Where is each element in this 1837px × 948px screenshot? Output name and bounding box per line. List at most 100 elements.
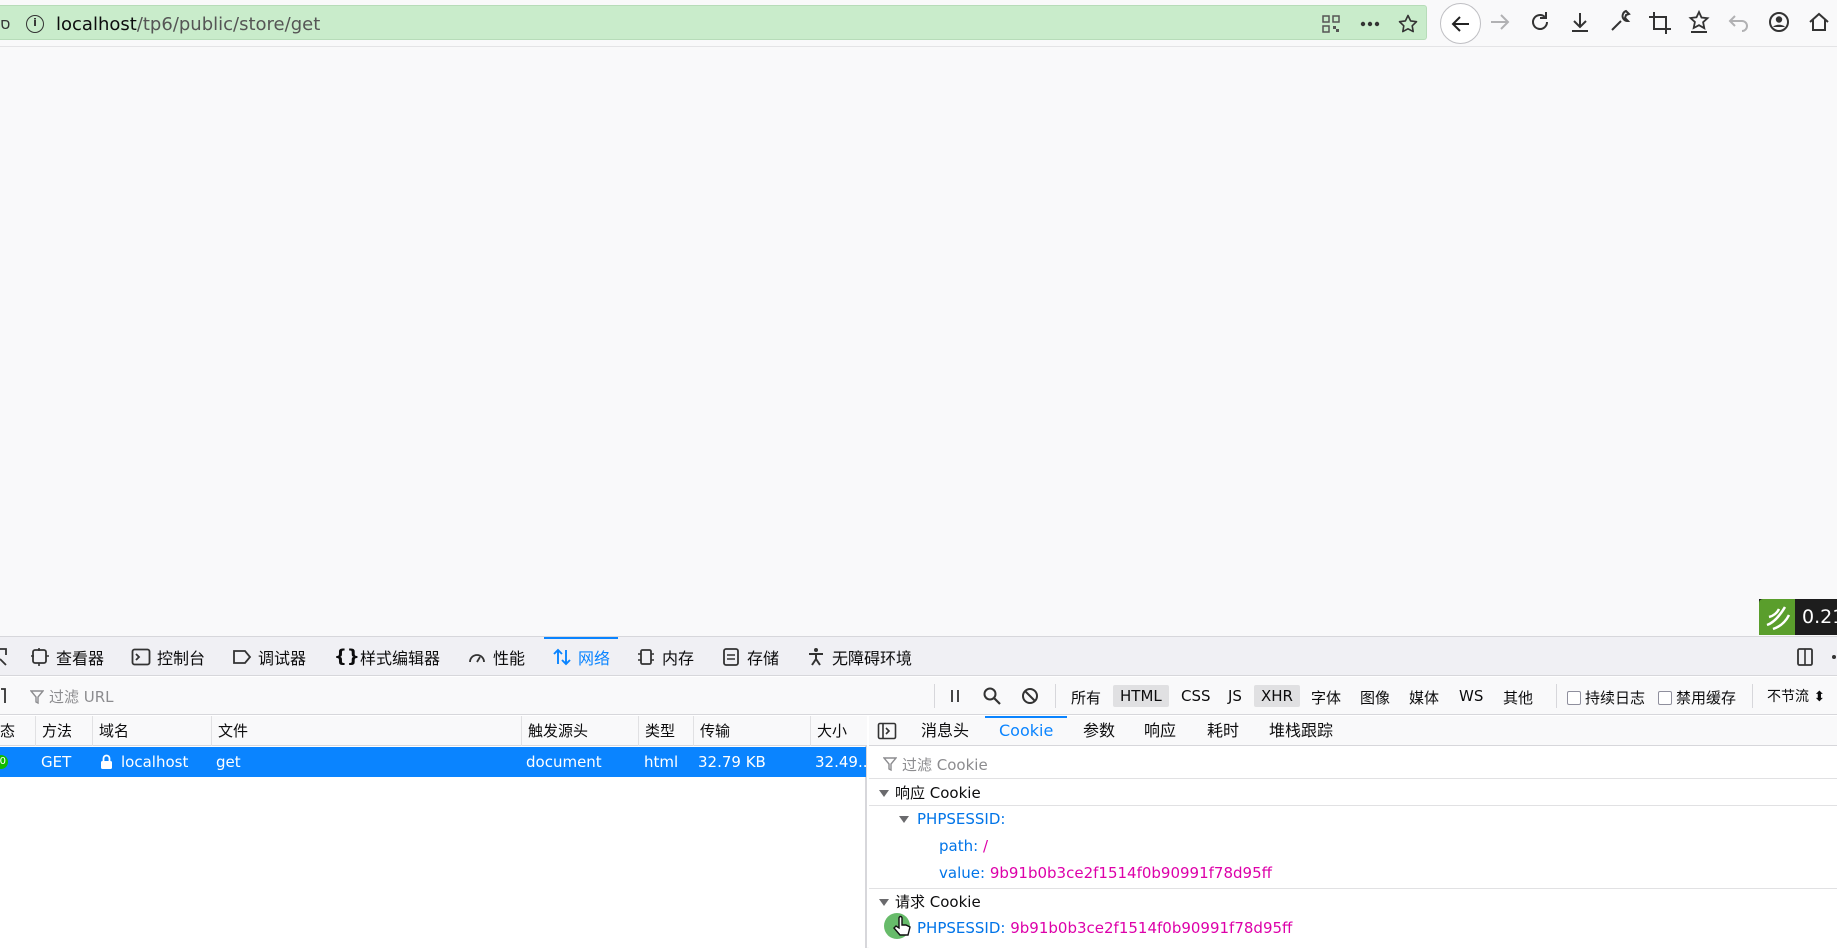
persist-log-checkbox[interactable]: 持续日志 (1567, 687, 1645, 708)
filter-url-placeholder: 过滤 URL (49, 688, 114, 706)
tab-storage[interactable]: 存储 (721, 637, 779, 676)
tab-performance[interactable]: 性能 (467, 637, 525, 676)
toolbar-divider (1752, 684, 1753, 708)
pause-icon[interactable] (945, 686, 965, 706)
site-info-icon[interactable]: i (26, 15, 44, 33)
tab-style-editor[interactable]: {} 样式编辑器 (334, 637, 440, 676)
page-actions-icon[interactable] (1359, 14, 1381, 34)
table-row[interactable]: 0 GET localhost get document html 32.79 … (0, 747, 872, 777)
url-text[interactable]: localhost/tp6/public/store/get (56, 14, 320, 35)
tab-stack-trace[interactable]: 堆栈跟踪 (1269, 716, 1333, 746)
address-bar[interactable]: ס i localhost/tp6/public/store/get (0, 5, 1427, 40)
filter-all[interactable]: 所有 (1064, 685, 1108, 710)
back-button[interactable] (1440, 3, 1481, 44)
filter-xhr[interactable]: XHR (1254, 685, 1300, 707)
filter-media[interactable]: 媒体 (1402, 685, 1446, 710)
devtools-tabbar: 查看器 控制台 调试器 {} 样式编辑器 性能 网络 内存 存储 无障碍环境 (0, 637, 1837, 676)
identity-edge-icon: ס (0, 14, 11, 33)
section-heading: 请求 Cookie (895, 893, 981, 911)
checkbox-box[interactable] (1658, 690, 1672, 705)
path-key: path: (939, 837, 979, 855)
home-icon[interactable] (1803, 6, 1835, 38)
undo-icon[interactable] (1723, 6, 1755, 38)
account-icon[interactable] (1763, 6, 1795, 38)
browser-toolbar: ס i localhost/tp6/public/store/get (0, 0, 1837, 47)
tab-cookies[interactable]: Cookie (984, 716, 1068, 746)
download-icon[interactable] (1564, 6, 1596, 38)
storage-icon (723, 647, 739, 666)
column-method[interactable]: 方法 (35, 716, 72, 746)
expand-twisty-icon[interactable] (879, 899, 889, 906)
request-cookie-row[interactable]: PHPSESSID: 9b91b0b3ce2f1514f0b90991f78d9… (917, 919, 1292, 937)
tab-label: 查看器 (56, 648, 105, 668)
filter-html[interactable]: HTML (1113, 685, 1169, 707)
filter-other[interactable]: 其他 (1496, 685, 1540, 710)
filter-images[interactable]: 图像 (1353, 685, 1397, 710)
block-icon[interactable] (1020, 686, 1040, 706)
filter-cookie-input[interactable]: 过滤 Cookie (869, 747, 1837, 779)
tab-accessibility[interactable]: 无障碍环境 (806, 637, 912, 676)
tab-inspector[interactable]: 查看器 (30, 637, 104, 676)
pick-element-icon[interactable] (0, 647, 10, 667)
tab-network[interactable]: 网络 (543, 637, 619, 676)
column-size[interactable]: 大小 (810, 716, 847, 746)
dock-side-icon[interactable] (1795, 647, 1815, 667)
checkbox-box[interactable] (1567, 690, 1581, 705)
disable-cache-checkbox[interactable]: 禁用缓存 (1658, 687, 1736, 708)
cell-size: 32.49... (815, 753, 873, 771)
cookie-path-row[interactable]: path: / (939, 837, 988, 855)
throttle-select[interactable]: 不节流 ⬍ (1767, 686, 1825, 706)
crop-icon[interactable] (1643, 6, 1675, 38)
cookie-value-row[interactable]: value: 9b91b0b3ce2f1514f0b90991f78d95ff (939, 864, 1272, 882)
tab-console[interactable]: 控制台 (131, 637, 205, 676)
expand-twisty-icon[interactable] (899, 816, 909, 823)
perf-logo-icon (1759, 599, 1795, 635)
tab-response[interactable]: 响应 (1144, 716, 1176, 746)
filter-icon (883, 757, 897, 772)
filter-fonts[interactable]: 字体 (1304, 685, 1348, 710)
reload-button[interactable] (1524, 6, 1556, 38)
tab-label: 控制台 (157, 648, 206, 668)
column-cause[interactable]: 触发源头 (521, 716, 588, 746)
qr-code-icon[interactable] (1320, 14, 1342, 34)
debugger-icon (233, 649, 252, 664)
toolbar-divider (1556, 684, 1557, 708)
wrench-icon[interactable] (1604, 6, 1636, 38)
filter-ws[interactable]: WS (1452, 685, 1490, 707)
network-toolbar: 过滤 URL 所有 HTML CSS JS XHR 字体 图像 媒体 WS 其他… (0, 677, 1837, 715)
column-status[interactable]: 态 (0, 716, 15, 746)
tab-memory[interactable]: 内存 (636, 637, 694, 676)
filter-js[interactable]: JS (1221, 685, 1249, 707)
request-cookie-section[interactable]: 请求 Cookie (869, 889, 1837, 915)
toggle-sidebar-icon[interactable] (877, 722, 897, 740)
column-file[interactable]: 文件 (211, 716, 248, 746)
column-transferred[interactable]: 传输 (693, 716, 730, 746)
tab-params[interactable]: 参数 (1083, 716, 1115, 746)
column-domain[interactable]: 域名 (92, 716, 129, 746)
tab-timings[interactable]: 耗时 (1207, 716, 1239, 746)
status-badge: 0 (0, 755, 8, 769)
bookmarks-star-icon[interactable] (1683, 6, 1715, 38)
value-key: value: (939, 864, 986, 882)
tab-headers[interactable]: 消息头 (921, 716, 969, 746)
response-cookie-section[interactable]: 响应 Cookie (869, 780, 1837, 806)
expand-twisty-icon[interactable] (879, 790, 889, 797)
bookmark-star-icon[interactable] (1397, 14, 1419, 34)
filter-icon (30, 689, 44, 704)
cell-type: html (644, 753, 679, 771)
tab-label: 存储 (747, 648, 780, 668)
cursor-hand-icon (884, 913, 911, 939)
cookie-name[interactable]: PHPSESSID: (917, 810, 1005, 828)
tab-debugger[interactable]: 调试器 (232, 637, 306, 676)
lock-icon (101, 754, 112, 769)
filter-css[interactable]: CSS (1174, 685, 1218, 707)
accessibility-icon (809, 647, 823, 666)
tab-label: 调试器 (258, 648, 307, 668)
column-type[interactable]: 类型 (638, 716, 675, 746)
search-icon[interactable] (982, 686, 1002, 706)
more-options-icon[interactable] (1828, 647, 1837, 667)
forward-button[interactable] (1484, 6, 1516, 38)
clear-requests-icon[interactable] (0, 686, 8, 706)
filter-url-input[interactable]: 过滤 URL (30, 686, 114, 707)
console-icon (131, 648, 151, 665)
